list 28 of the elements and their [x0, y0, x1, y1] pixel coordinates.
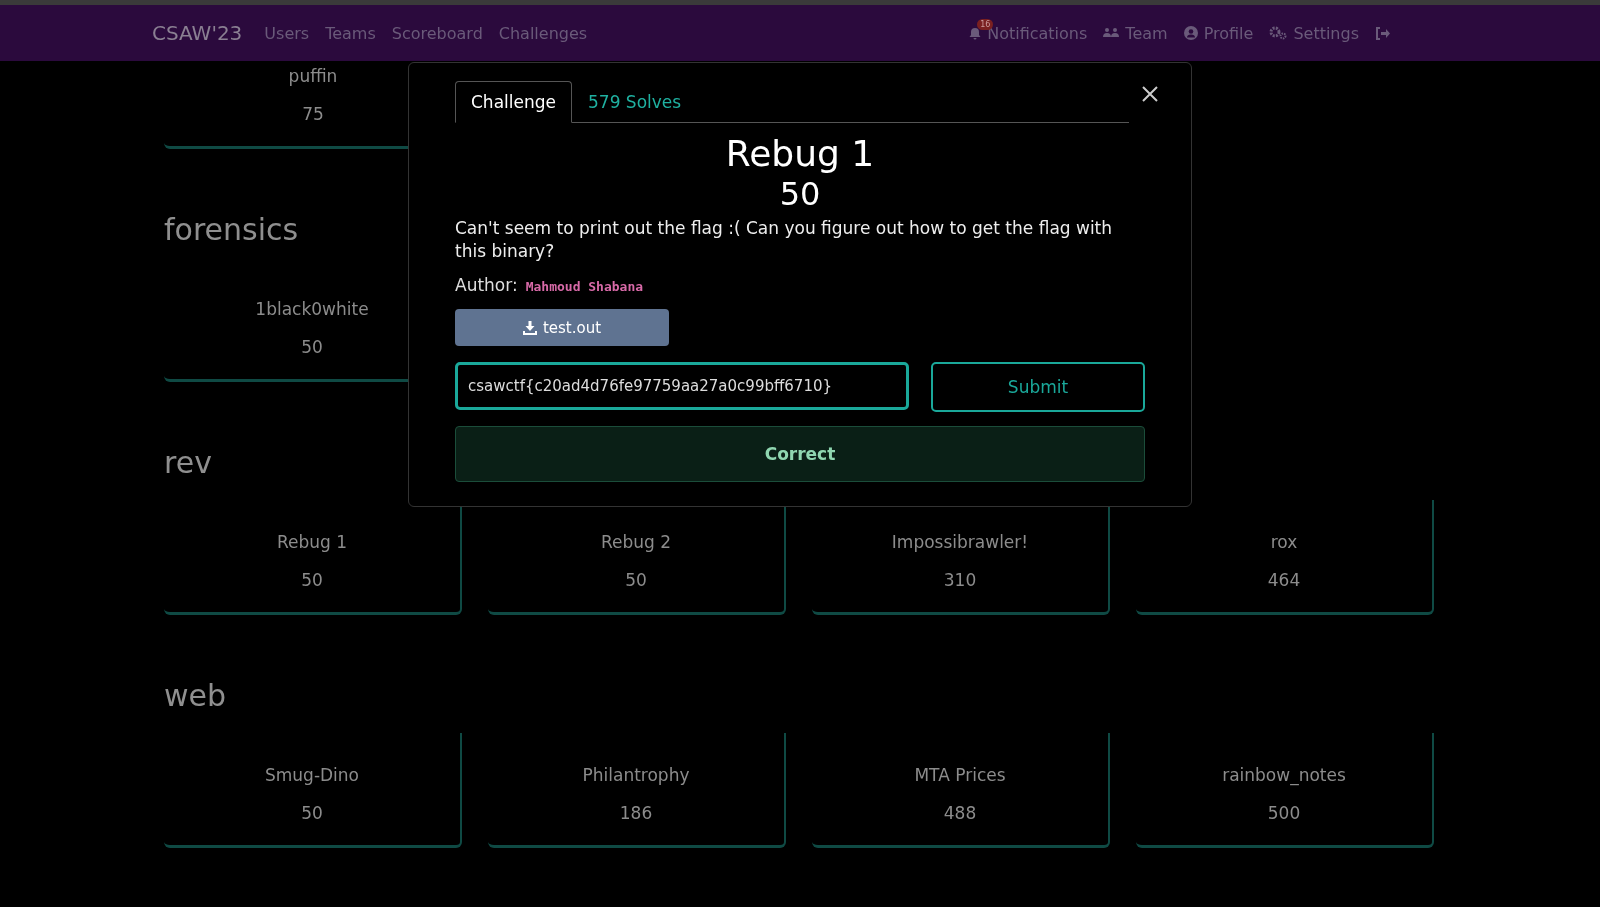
- submit-button[interactable]: Submit: [931, 362, 1145, 412]
- result-message: Correct: [455, 426, 1145, 482]
- tab[interactable]: 579 Solves: [572, 81, 698, 123]
- users-icon: [1103, 27, 1120, 39]
- download-icon: [522, 320, 537, 335]
- flag-input-field[interactable]: csawctf{c20ad4d76fe97759aa27a0c99bff6710}: [455, 362, 909, 410]
- challenge-title: Rebug 1: [724, 133, 876, 175]
- brand-link[interactable]: CSAW'23: [152, 21, 243, 45]
- category-heading: forensics: [164, 211, 299, 249]
- gears-icon: [1269, 26, 1288, 40]
- challenge-card[interactable]: MTA Prices 488: [812, 733, 1110, 848]
- category-heading: web: [164, 677, 227, 715]
- challenge-points: 50: [778, 175, 822, 213]
- file-download-button[interactable]: test.out: [455, 309, 669, 346]
- challenge-description: Can't seem to print out the flag :( Can you figure out how to get the flag with this binary?: [455, 217, 1114, 263]
- author-name: Mahmoud Shabana: [525, 279, 644, 294]
- logout-link[interactable]: [1375, 26, 1390, 40]
- category-heading: rev: [164, 444, 212, 482]
- challenge-card[interactable]: Smug-Dino 50: [164, 733, 462, 848]
- challenge-card[interactable]: Philantrophy 186: [488, 733, 786, 848]
- tab[interactable]: Challenge: [455, 81, 572, 123]
- close-icon[interactable]: [1141, 85, 1159, 103]
- challenge-card[interactable]: rainbow_notes 500: [1136, 733, 1434, 848]
- logout-icon: [1375, 26, 1390, 40]
- notification-badge: 16: [977, 18, 994, 30]
- bell-icon: [969, 26, 982, 40]
- challenge-card[interactable]: rox 464: [1136, 500, 1434, 615]
- user-icon: [1183, 26, 1198, 40]
